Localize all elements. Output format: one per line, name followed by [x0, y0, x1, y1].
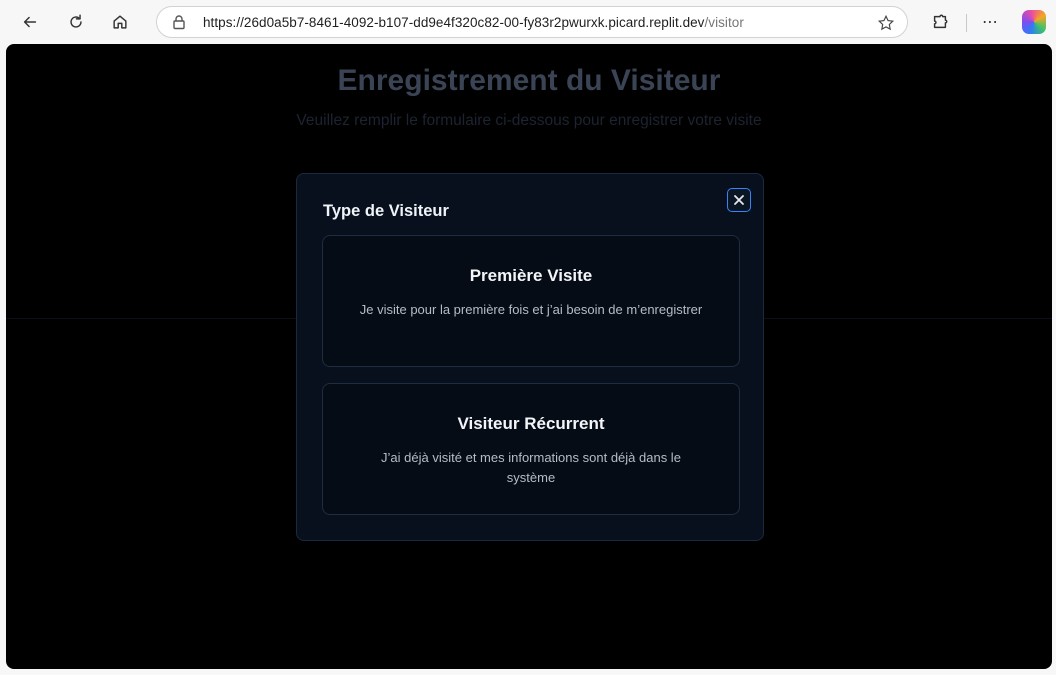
returning-visitor-option[interactable]: Visiteur Récurrent J’ai déjà visité et m…: [322, 383, 740, 515]
site-info-icon[interactable]: [171, 14, 187, 30]
browser-toolbar: https://26d0a5b7-8461-4092-b107-dd9e4f32…: [0, 0, 1056, 44]
url-path: /visitor: [704, 15, 744, 30]
first-visit-option[interactable]: Première Visite Je visite pour la premiè…: [322, 235, 740, 367]
more-menu-icon[interactable]: ⋯: [976, 8, 1004, 36]
option-title: Visiteur Récurrent: [457, 414, 605, 433]
page-title: Enregistrement du Visiteur: [337, 64, 721, 97]
close-button[interactable]: [727, 188, 751, 212]
toolbar-divider: [966, 14, 967, 32]
refresh-icon[interactable]: [62, 8, 90, 36]
extensions-icon[interactable]: [926, 8, 954, 36]
favorite-star-icon[interactable]: [877, 14, 895, 32]
address-bar[interactable]: https://26d0a5b7-8461-4092-b107-dd9e4f32…: [156, 6, 908, 38]
page-viewport: Enregistrement du Visiteur Veuillez remp…: [6, 44, 1052, 669]
url-text[interactable]: https://26d0a5b7-8461-4092-b107-dd9e4f32…: [203, 15, 744, 30]
visitor-type-dialog: Type de Visiteur Première Visite Je visi…: [296, 173, 764, 541]
copilot-icon[interactable]: [1022, 10, 1046, 34]
option-title: Première Visite: [469, 266, 593, 285]
home-icon[interactable]: [106, 8, 134, 36]
option-description: Je visite pour la première fois et j’ai …: [359, 302, 703, 317]
close-icon: [734, 195, 744, 205]
dialog-title: Type de Visiteur: [323, 202, 449, 220]
back-arrow-icon[interactable]: [16, 8, 44, 36]
url-host: https://26d0a5b7-8461-4092-b107-dd9e4f32…: [203, 15, 705, 30]
option-description: J’ai déjà visité et mes informations son…: [381, 450, 681, 485]
page-subtitle: Veuillez remplir le formulaire ci-dessou…: [296, 112, 762, 129]
